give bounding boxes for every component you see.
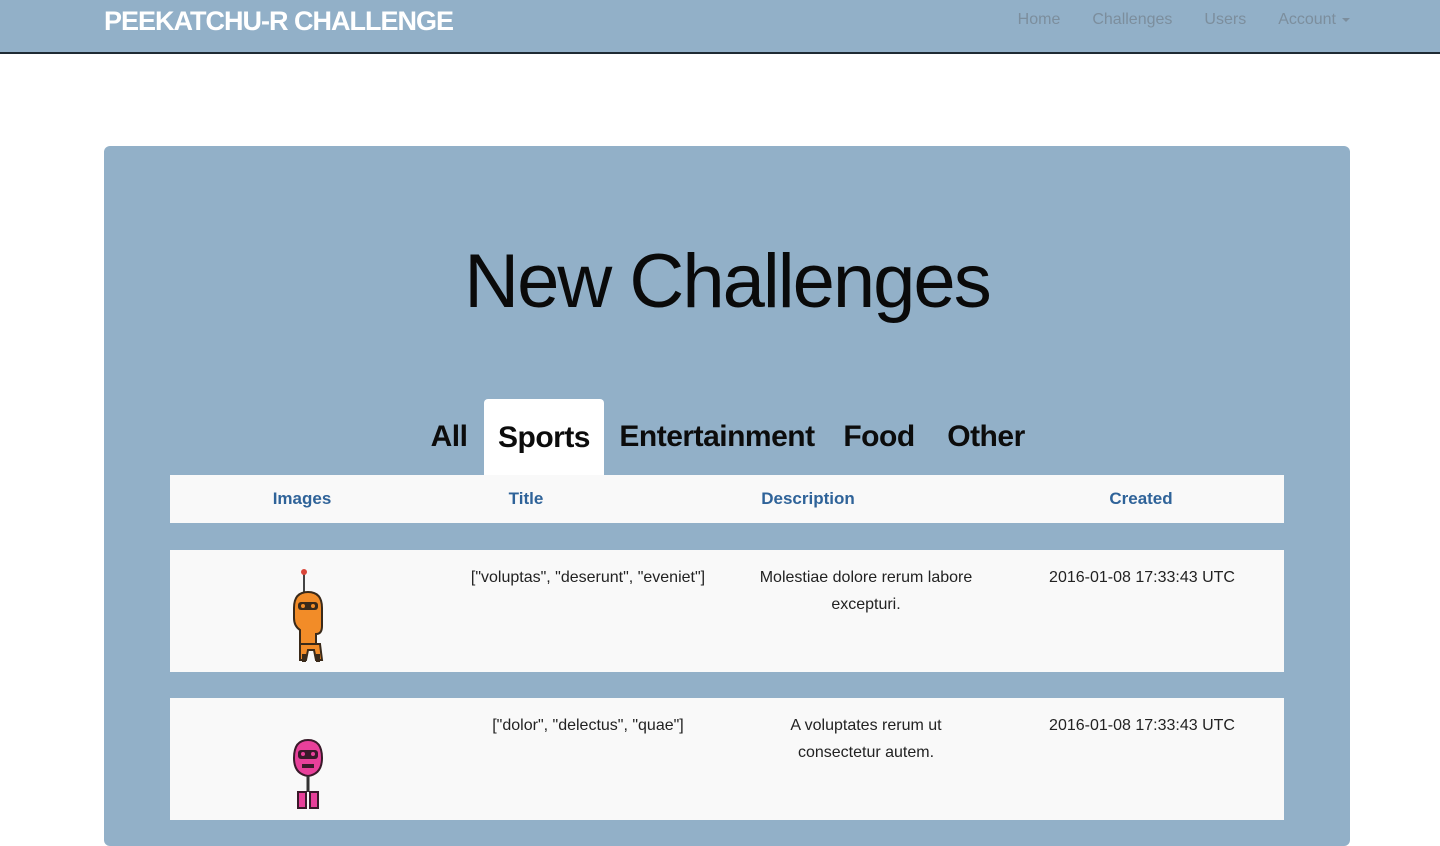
header-description[interactable]: Description [730, 475, 886, 523]
navbar: PEEKATCHU-R CHALLENGE Home Challenges Us… [0, 0, 1440, 54]
row-created: 2016-01-08 17:33:43 UTC [1049, 717, 1235, 734]
table-row[interactable]: ["dolor", "delectus", "quae"] A voluptat… [170, 698, 1284, 820]
pink-robot-icon [292, 738, 324, 809]
nav-account-label: Account [1278, 11, 1336, 28]
header-title[interactable]: Title [470, 475, 582, 523]
row-title: ["voluptas", "deserunt", "eveniet"] [470, 569, 706, 586]
tab-entertainment[interactable]: Entertainment [614, 399, 820, 475]
nav-challenges-link[interactable]: Challenges [1092, 11, 1172, 29]
page-title: New Challenges [464, 239, 991, 324]
brand-link[interactable]: PEEKATCHU-R CHALLENGE [104, 6, 454, 37]
row-title: ["dolor", "delectus", "quae"] [492, 717, 684, 734]
nav-links: Home Challenges Users Account [986, 0, 1350, 40]
tab-other[interactable]: Other [936, 399, 1036, 475]
nav-users-link[interactable]: Users [1204, 11, 1246, 29]
row-description: A voluptates rerum ut consectetur autem. [790, 717, 942, 761]
nav-home-link[interactable]: Home [1018, 11, 1061, 29]
tab-all[interactable]: All [414, 399, 484, 475]
table-header: Images Title Description Created [170, 475, 1284, 523]
header-created[interactable]: Created [1070, 475, 1212, 523]
category-tabs: All Sports Entertainment Food Other [414, 399, 1268, 476]
challenges-panel: New Challenges All Sports Entertainment … [104, 146, 1350, 846]
caret-down-icon [1342, 18, 1350, 22]
orange-robot-icon [293, 569, 324, 662]
row-description: Molestiae dolore rerum labore excepturi. [759, 569, 973, 613]
table-row[interactable]: ["voluptas", "deserunt", "eveniet"] Mole… [170, 550, 1284, 672]
row-created: 2016-01-08 17:33:43 UTC [1049, 569, 1235, 586]
nav-account-dropdown[interactable]: Account [1278, 11, 1350, 29]
header-images[interactable]: Images [224, 475, 380, 523]
tab-sports[interactable]: Sports [484, 399, 604, 476]
tab-food[interactable]: Food [834, 399, 924, 475]
